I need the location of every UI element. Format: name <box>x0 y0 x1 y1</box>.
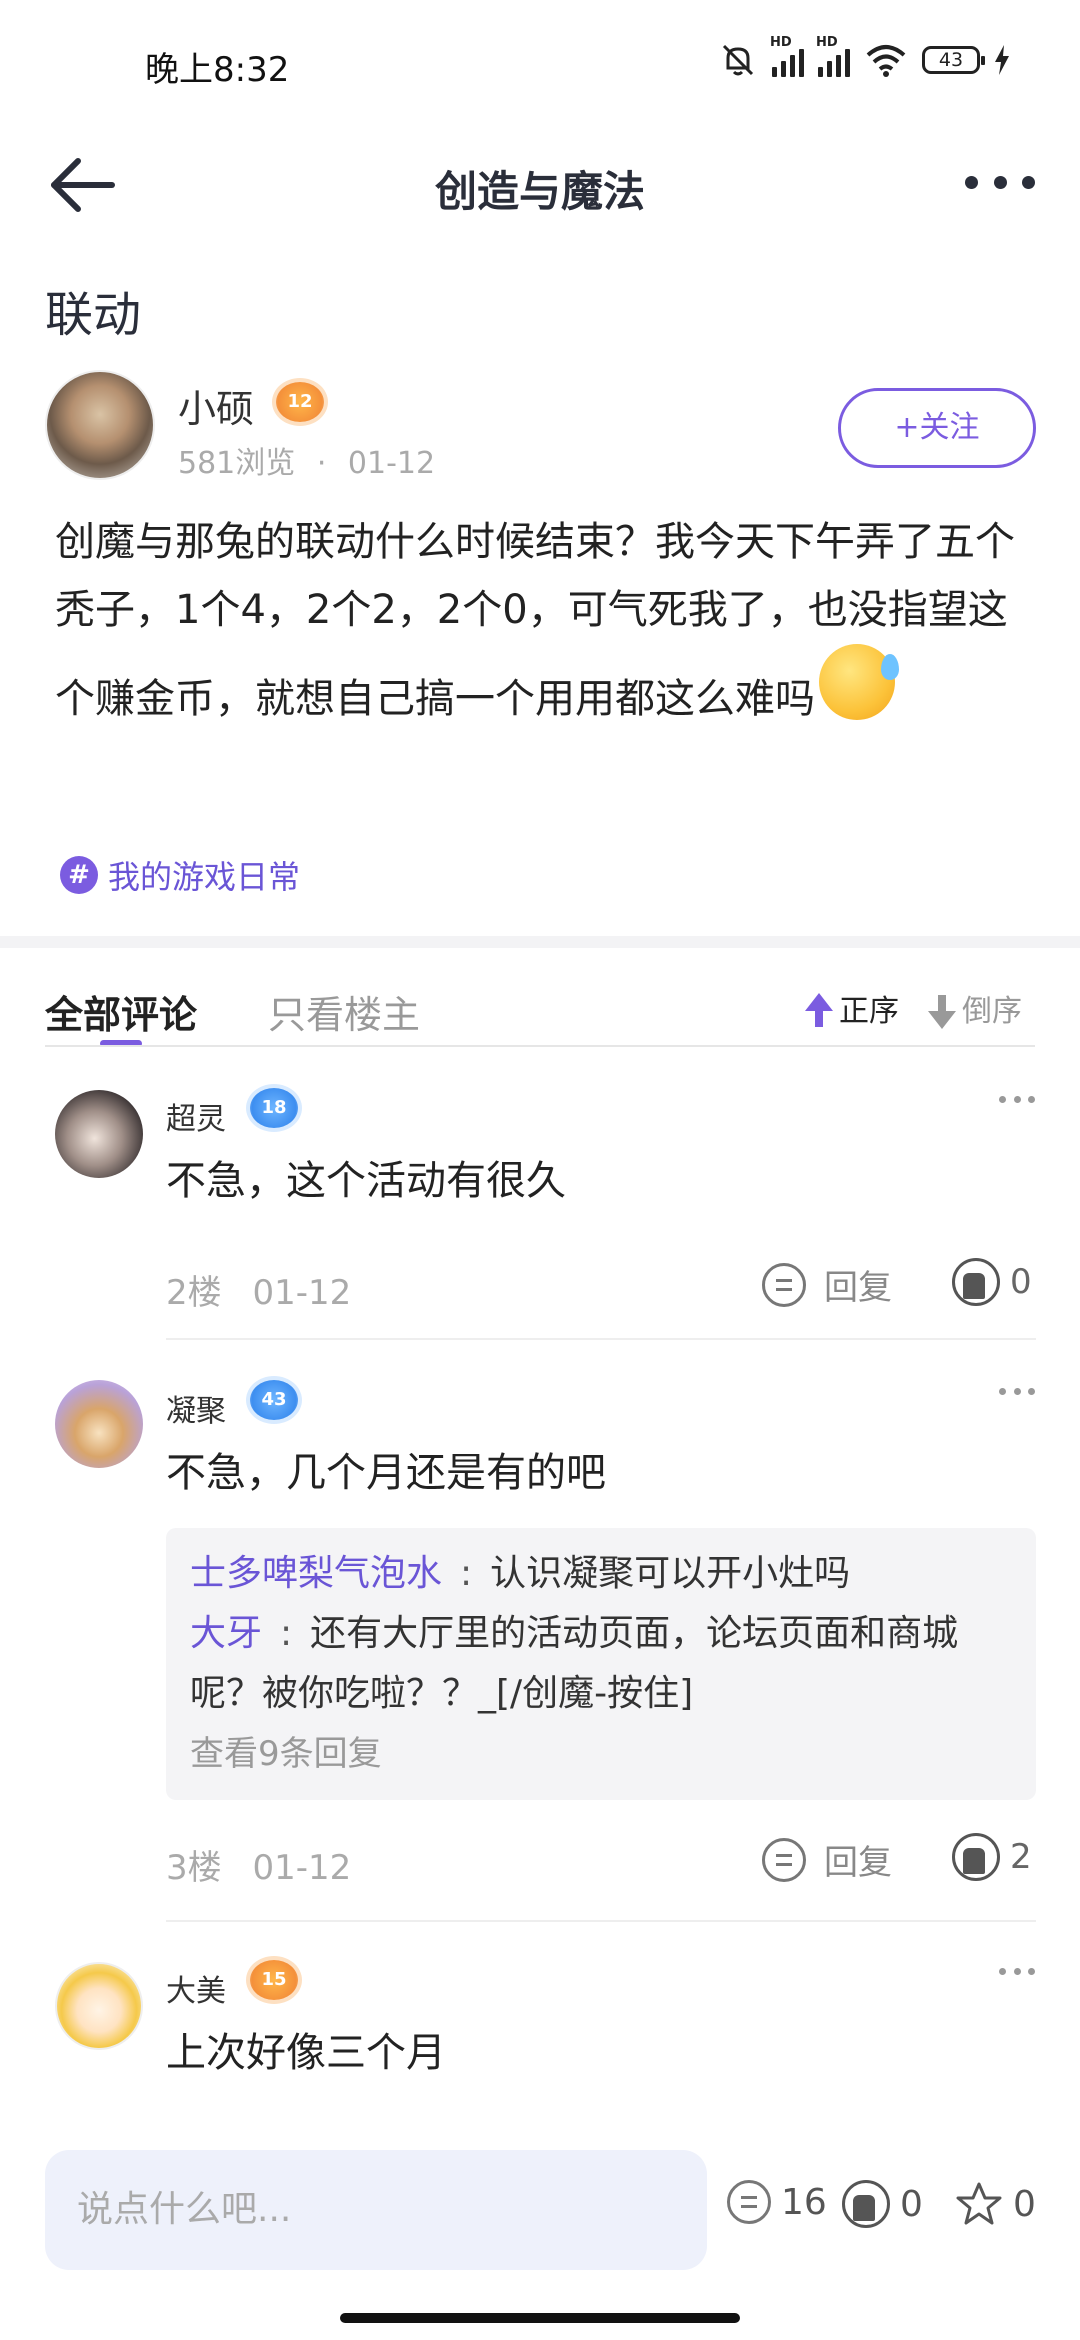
reply-line: 士多啤梨气泡水: 认识凝聚可以开小灶吗 <box>190 1544 1012 1604</box>
signal-icon: HD <box>770 35 804 77</box>
tab-all-comments[interactable]: 全部评论 <box>45 984 197 1039</box>
favorite-count: 0 <box>1013 2183 1036 2225</box>
sort-ascending[interactable]: 正序 <box>805 986 899 1030</box>
hd-label-2: HD <box>816 35 838 50</box>
thumbs-up-icon <box>952 1833 1000 1881</box>
bottom-bar: 说点什么吧... 16 0 0 <box>0 2140 1080 2340</box>
hd-label: HD <box>770 35 792 50</box>
post-body: 创魔与那兔的联动什么时候结束？我今天下午弄了五个秃子，1个4，2个2，2个0，可… <box>55 508 1045 733</box>
wifi-icon <box>866 45 906 77</box>
follow-button[interactable]: +关注 <box>838 388 1036 468</box>
chat-bubble-icon <box>727 2180 771 2224</box>
comment-count-button[interactable]: 16 <box>727 2180 827 2224</box>
comment-text: 上次好像三个月 <box>166 2030 446 2076</box>
sort-ascending-label: 正序 <box>839 994 899 1029</box>
thumbs-up-icon <box>952 1258 1000 1306</box>
view-more-replies[interactable]: 查看9条回复 <box>190 1724 1012 1784</box>
comment-tabs: 全部评论 只看楼主 正序 倒序 <box>0 948 1080 1048</box>
comment-divider <box>166 1920 1036 1922</box>
status-icons: HD HD 43 <box>718 35 1010 80</box>
author-meta: 581浏览 · 01-12 <box>178 438 435 482</box>
more-options-icon[interactable] <box>965 162 1035 202</box>
reply-line: 大牙: 还有大厅里的活动页面，论坛页面和商城呢？被你吃啦？？_[/创魔-按住] <box>190 1604 1012 1724</box>
reply-text: 认识凝聚可以开小灶吗 <box>490 1553 851 1594</box>
comment-floor: 3楼 01-12 <box>166 1840 351 1889</box>
arrow-down-icon <box>928 995 956 1029</box>
reply-button[interactable]: 回复 <box>762 1835 892 1884</box>
commenter-level-badge: 18 <box>250 1088 298 1128</box>
comment-date: 01-12 <box>252 1273 352 1313</box>
commenter-level-badge: 43 <box>250 1380 298 1420</box>
tab-underline <box>45 1045 1035 1047</box>
reply-label: 回复 <box>824 1843 892 1883</box>
post-like-count: 0 <box>900 2183 923 2225</box>
reply-author[interactable]: 士多啤梨气泡水 <box>190 1553 442 1594</box>
commenter-level-badge: 15 <box>250 1960 298 2000</box>
chat-bubble-icon <box>762 1262 806 1307</box>
sort-descending-label: 倒序 <box>962 994 1022 1029</box>
commenter-avatar[interactable] <box>55 1090 143 1178</box>
status-bar: 晚上8:32 HD HD 43 <box>0 0 1080 130</box>
view-count: 581浏览 <box>178 446 296 481</box>
favorite-button[interactable]: 0 <box>955 2180 1036 2228</box>
hashtag-icon: # <box>60 856 98 894</box>
thumbs-up-icon <box>842 2180 890 2228</box>
comment-input[interactable]: 说点什么吧... <box>45 2150 707 2270</box>
like-count: 0 <box>1010 1262 1032 1302</box>
reply-colon: : <box>460 1553 473 1594</box>
post-date: 01-12 <box>347 446 436 481</box>
page-title: 创造与魔法 <box>434 167 645 216</box>
comment-text: 不急，几个月还是有的吧 <box>166 1450 606 1496</box>
battery-icon: 43 <box>922 46 985 74</box>
comment-count: 16 <box>781 2181 827 2223</box>
comment-text: 不急，这个活动有很久 <box>166 1158 566 1204</box>
author-avatar[interactable] <box>45 370 155 480</box>
tab-owner-only[interactable]: 只看楼主 <box>268 984 420 1039</box>
topic-tag-label: 我的游戏日常 <box>108 858 301 896</box>
like-button[interactable]: 2 <box>952 1833 1032 1881</box>
status-time: 晚上8:32 <box>145 50 290 90</box>
reply-preview-box[interactable]: 士多啤梨气泡水: 认识凝聚可以开小灶吗 大牙: 还有大厅里的活动页面，论坛页面和商城… <box>166 1528 1036 1800</box>
floor-number: 3楼 <box>166 1848 222 1888</box>
sweat-emoji-icon <box>819 644 899 720</box>
comment-floor: 2楼 01-12 <box>166 1265 351 1314</box>
commenter-avatar[interactable] <box>55 1962 143 2050</box>
author-level-badge: 12 <box>276 382 324 422</box>
charging-icon <box>995 45 1009 75</box>
topic-tag[interactable]: # 我的游戏日常 <box>60 852 300 898</box>
chat-bubble-icon <box>762 1837 806 1882</box>
post-title: 联动 <box>45 287 142 343</box>
nav-bar: 创造与魔法 <box>0 130 1080 240</box>
reply-colon: : <box>280 1613 293 1654</box>
section-divider <box>0 936 1080 948</box>
star-icon <box>956 2182 1002 2225</box>
like-post-button[interactable]: 0 <box>842 2180 923 2228</box>
author-name-text: 小硕 <box>178 387 255 431</box>
reply-text: 还有大厅里的活动页面，论坛页面和商城呢？被你吃啦？？_[/创魔-按住] <box>190 1613 959 1714</box>
comment-more-icon[interactable] <box>999 1388 1035 1398</box>
comment-divider <box>166 1338 1036 1340</box>
like-button[interactable]: 0 <box>952 1258 1032 1306</box>
reply-button[interactable]: 回复 <box>762 1260 892 1309</box>
commenter-name[interactable]: 大美 <box>166 1966 226 2010</box>
signal-icon-2: HD <box>816 35 850 77</box>
commenter-name[interactable]: 凝聚 <box>166 1386 226 1430</box>
comment-more-icon[interactable] <box>999 1096 1035 1106</box>
reply-label: 回复 <box>824 1268 892 1308</box>
arrow-up-icon <box>805 993 833 1027</box>
home-indicator[interactable] <box>340 2313 740 2323</box>
floor-number: 2楼 <box>166 1273 222 1313</box>
commenter-name[interactable]: 超灵 <box>166 1094 226 1138</box>
comment-more-icon[interactable] <box>999 1968 1035 1978</box>
comment-date: 01-12 <box>252 1848 352 1888</box>
reply-author[interactable]: 大牙 <box>190 1613 262 1654</box>
author-name[interactable]: 小硕 <box>178 378 254 433</box>
meta-dot: · <box>316 446 327 481</box>
like-count: 2 <box>1010 1837 1032 1877</box>
commenter-avatar[interactable] <box>55 1380 143 1468</box>
sort-descending[interactable]: 倒序 <box>928 986 1022 1030</box>
mute-bell-icon <box>722 44 754 76</box>
